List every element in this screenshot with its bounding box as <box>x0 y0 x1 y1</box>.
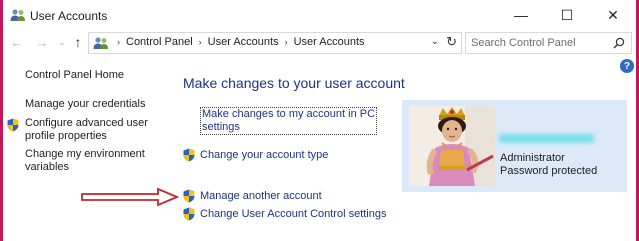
sidebar-item-label: profile properties <box>25 130 107 142</box>
arrow-right-icon: → <box>35 34 49 50</box>
avatar <box>409 106 495 186</box>
search-box <box>465 32 632 54</box>
window-title: User Accounts <box>30 9 108 23</box>
user-accounts-icon <box>93 37 108 49</box>
back-button[interactable]: ← <box>9 34 25 50</box>
link-label: settings <box>202 121 240 133</box>
user-role: Administrator <box>500 152 565 164</box>
maximize-icon: ☐ <box>560 6 574 23</box>
link-make-changes-pc-settings[interactable]: Make changes to my account in PC setting… <box>200 107 378 135</box>
link-change-account-type[interactable]: Change your account type <box>200 149 328 162</box>
uac-shield-icon <box>183 189 195 203</box>
forward-button[interactable]: → <box>34 34 50 50</box>
help-label: ? <box>623 60 631 72</box>
uac-shield-icon <box>183 207 195 221</box>
refresh-icon[interactable]: ↻ <box>446 34 457 50</box>
uac-shield-icon <box>183 148 195 162</box>
sidebar-item-label: variables <box>25 161 70 173</box>
sidebar-item-advanced-profile[interactable]: Configure advanced user profile properti… <box>25 117 148 143</box>
user-password-status: Password protected <box>500 165 598 177</box>
close-icon: ✕ <box>607 6 619 23</box>
search-input[interactable] <box>471 35 606 50</box>
address-dropdown-icon[interactable]: ⌄ <box>431 36 439 47</box>
maximize-button[interactable]: ☐ <box>544 0 590 30</box>
close-button[interactable]: ✕ <box>590 0 636 30</box>
sidebar-item-manage-credentials[interactable]: Manage your credentials <box>25 98 145 111</box>
user-accounts-icon <box>10 9 25 21</box>
recent-locations-button[interactable]: ⌄ <box>54 34 70 50</box>
minimize-button[interactable]: — <box>498 0 544 30</box>
link-label: Make changes to my account in PC <box>202 108 376 120</box>
link-change-uac-settings[interactable]: Change User Account Control settings <box>200 208 387 221</box>
user-name-redacted <box>499 134 594 143</box>
minimize-icon: — <box>514 7 528 23</box>
page-title: Make changes to your user account <box>183 75 405 91</box>
chevron-down-icon: ⌄ <box>58 36 66 47</box>
up-button[interactable]: ↑ <box>70 34 86 50</box>
breadcrumb-user-accounts[interactable]: User Accounts <box>208 36 279 48</box>
sidebar-item-environment-variables[interactable]: Change my environment variables <box>25 148 145 174</box>
breadcrumb-control-panel[interactable]: Control Panel <box>126 36 193 48</box>
address-bar[interactable]: › Control Panel › User Accounts › User A… <box>88 32 462 54</box>
help-icon[interactable]: ? <box>620 59 634 73</box>
arrow-up-icon: ↑ <box>74 34 82 50</box>
breadcrumb-separator[interactable]: › <box>199 37 202 47</box>
user-account-card: Administrator Password protected <box>402 100 627 192</box>
title-bar: User Accounts — ☐ ✕ <box>3 0 636 30</box>
breadcrumb-user-accounts-current[interactable]: User Accounts <box>294 36 365 48</box>
sidebar-item-control-panel-home[interactable]: Control Panel Home <box>25 69 124 82</box>
sidebar-item-label: Configure advanced user <box>25 117 148 129</box>
breadcrumb-separator[interactable]: › <box>117 37 120 47</box>
navigation-bar: ← → ⌄ ↑ › Control Panel › User Accounts … <box>3 30 636 55</box>
annotation-arrow-icon <box>81 187 180 207</box>
breadcrumb: › Control Panel › User Accounts › User A… <box>111 36 365 48</box>
uac-shield-icon <box>7 118 19 132</box>
breadcrumb-separator[interactable]: › <box>285 37 288 47</box>
sidebar-item-label: Change my environment <box>25 148 145 160</box>
arrow-left-icon: ← <box>10 34 24 50</box>
search-icon[interactable] <box>613 37 625 49</box>
link-manage-another-account[interactable]: Manage another account <box>200 190 322 203</box>
